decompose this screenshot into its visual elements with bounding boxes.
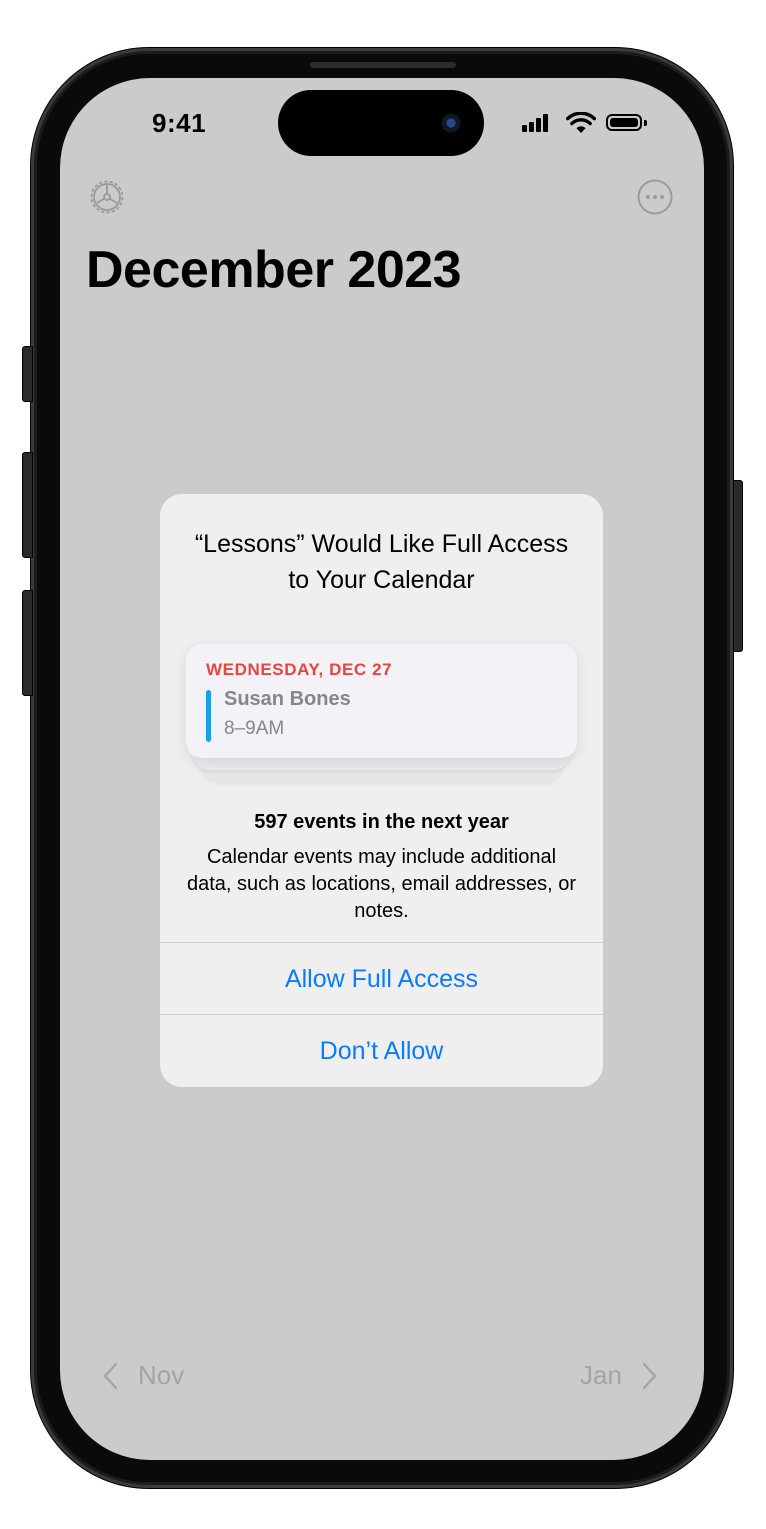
- battery-icon: [606, 114, 642, 131]
- allow-full-access-button[interactable]: Allow Full Access: [160, 943, 603, 1015]
- speaker-grille: [310, 62, 456, 68]
- permission-alert: “Lessons” Would Like Full Access to Your…: [160, 494, 603, 1087]
- calendar-color-bar: [206, 690, 211, 742]
- next-month-label: Jan: [580, 1360, 622, 1390]
- page-title: December 2023: [86, 241, 462, 299]
- event-count: 597 events in the next year: [254, 811, 509, 833]
- chevron-left-icon: [103, 1362, 118, 1389]
- screen: 9:41 December 2023 “Lessons” Would Like …: [60, 78, 704, 1460]
- volume-up-button: [22, 452, 33, 558]
- dynamic-island: [278, 90, 484, 156]
- prev-month-button[interactable]: Nov: [100, 1360, 184, 1391]
- alert-title: “Lessons” Would Like Full Access to Your…: [194, 530, 569, 594]
- event-day: WEDNESDAY, DEC 27: [206, 660, 393, 679]
- dont-allow-button[interactable]: Don’t Allow: [160, 1015, 603, 1087]
- alert-description: Calendar events may include additional d…: [186, 846, 577, 922]
- camera-icon: [438, 110, 464, 136]
- prev-month-label: Nov: [138, 1360, 185, 1390]
- ellipsis-circle-icon[interactable]: [636, 178, 674, 216]
- event-name: Susan Bones: [224, 688, 351, 710]
- status-time: 9:41: [152, 108, 207, 138]
- action-button: [22, 346, 33, 402]
- volume-down-button: [22, 590, 33, 696]
- event-time: 8–9AM: [224, 718, 285, 739]
- battery-cap: [644, 120, 647, 126]
- power-button: [733, 480, 743, 652]
- chevron-right-icon: [642, 1362, 657, 1389]
- next-month-button[interactable]: Jan: [580, 1360, 660, 1391]
- wifi-icon: [566, 112, 596, 133]
- status-icons: [522, 108, 654, 138]
- event-preview-card: WEDNESDAY, DEC 27 Susan Bones 8–9AM: [186, 644, 577, 758]
- gear-icon[interactable]: [88, 178, 126, 216]
